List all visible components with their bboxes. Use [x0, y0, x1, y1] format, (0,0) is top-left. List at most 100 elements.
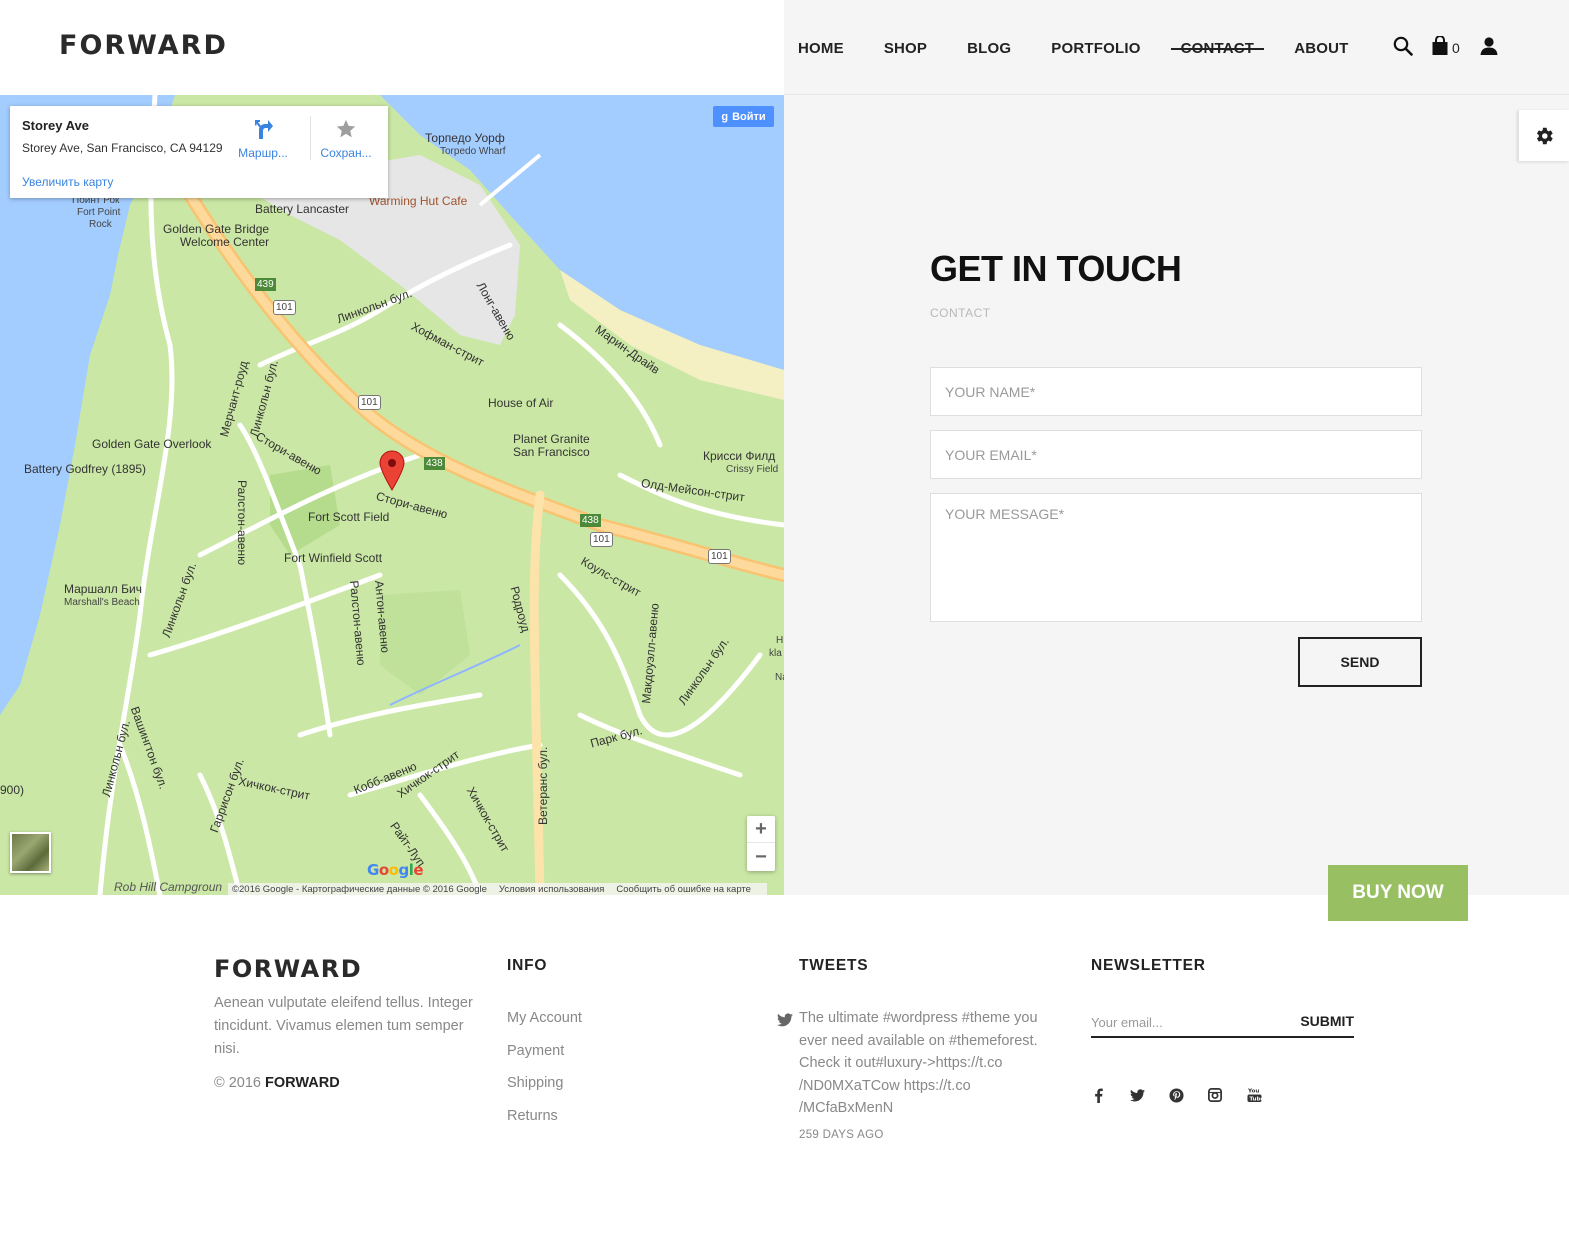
tweet-time: 259 DAYS AGO — [799, 1129, 884, 1141]
route-shield: 101 — [590, 532, 613, 547]
facebook-icon[interactable] — [1089, 1086, 1107, 1104]
map-label: San Francisco — [513, 445, 590, 459]
map-label: Crissy Field — [726, 464, 779, 475]
directions-label: Маршр... — [238, 146, 288, 160]
message-textarea[interactable] — [930, 493, 1422, 622]
save-place-label: Сохран... — [320, 146, 372, 160]
map-report-link[interactable]: Сообщить об ошибке на карте — [616, 884, 751, 895]
map-label: Welcome Center — [180, 235, 270, 249]
map-label: 900) — [0, 783, 25, 797]
save-place-button[interactable]: Сохран... — [311, 116, 381, 160]
zoom-controls: + − — [747, 816, 775, 871]
route-shield: 439 — [255, 278, 276, 291]
map-label: Rob Hill Campgroun — [114, 880, 223, 894]
pinterest-icon[interactable] — [1167, 1086, 1185, 1104]
main-nav: HOME SHOP BLOG PORTFOLIO CONTACT ABOUT — [798, 38, 1389, 58]
twitter-bird-icon — [777, 1013, 793, 1032]
twitter-icon[interactable] — [1128, 1086, 1146, 1104]
enlarge-map-link[interactable]: Увеличить карту — [22, 175, 113, 189]
google-plus-icon: g — [721, 110, 729, 123]
google-map[interactable]: Торпедо Уорф Torpedo Wharf Пойнт Рок For… — [0, 95, 784, 895]
link-payment[interactable]: Payment — [507, 1041, 582, 1074]
map-label: Golden Gate Overlook — [92, 437, 212, 451]
copyright-brand: FORWARD — [265, 1075, 340, 1091]
name-input[interactable] — [930, 367, 1422, 416]
newsletter-form: SUBMIT — [1091, 1008, 1354, 1038]
newsletter-heading: NEWSLETTER — [1091, 957, 1206, 974]
gear-icon — [1536, 127, 1553, 144]
map-label: kla — [769, 648, 782, 659]
contact-subheading: CONTACT — [930, 306, 991, 320]
footer-about-text: Aenean vulputate eleifend tellus. Intege… — [214, 995, 473, 1057]
satellite-toggle[interactable] — [10, 832, 51, 873]
signin-label: Войти — [732, 110, 766, 123]
route-shield: 101 — [358, 395, 381, 410]
info-heading: INFO — [507, 957, 548, 974]
map-label: House of Air — [488, 396, 554, 410]
route-shield: 438 — [580, 514, 601, 527]
directions-button[interactable]: Маршр... — [228, 116, 298, 160]
place-title: Storey Ave — [22, 118, 89, 133]
svg-text:Tube: Tube — [1249, 1097, 1262, 1103]
email-input[interactable] — [930, 430, 1422, 479]
copyright-prefix: © 2016 — [214, 1075, 261, 1091]
link-shipping[interactable]: Shipping — [507, 1073, 582, 1106]
search-icon[interactable] — [1393, 36, 1415, 58]
zoom-out-button[interactable]: − — [747, 844, 775, 871]
nav-contact[interactable]: CONTACT — [1170, 40, 1264, 57]
link-returns[interactable]: Returns — [507, 1106, 582, 1139]
tweet-text[interactable]: The ultimate #wordpress #theme you ever … — [799, 1007, 1054, 1120]
map-label: Маршалл Бич — [64, 582, 142, 596]
cart-count: 0 — [1452, 40, 1460, 56]
map-info-card: Storey Ave Storey Ave, San Francisco, CA… — [10, 106, 388, 198]
place-address: Storey Ave, San Francisco, CA 94129 — [22, 141, 223, 155]
map-label: Fort Winfield Scott — [284, 551, 383, 565]
route-shield: 101 — [273, 300, 296, 315]
cart-icon[interactable] — [1431, 35, 1453, 58]
map-terms-link[interactable]: Условия использования — [499, 884, 604, 895]
newsletter-submit-button[interactable]: SUBMIT — [1300, 1013, 1354, 1029]
map-copyright: ©2016 Google - Картографические данные ©… — [232, 883, 487, 895]
settings-toggle[interactable] — [1518, 110, 1569, 161]
nav-home[interactable]: HOME — [798, 40, 844, 57]
map-label: Marshall's Beach — [64, 597, 140, 608]
nav-shop[interactable]: SHOP — [884, 40, 927, 57]
map-label: Fort Scott Field — [308, 510, 390, 524]
zoom-in-button[interactable]: + — [747, 816, 775, 843]
social-links: You Tube — [1089, 1086, 1284, 1104]
nav-blog[interactable]: BLOG — [967, 40, 1011, 57]
send-button[interactable]: SEND — [1298, 637, 1422, 687]
footer-logo[interactable]: FORWARD — [214, 955, 362, 983]
map-label: Ралстон-авеню — [235, 480, 249, 566]
directions-icon — [228, 116, 298, 142]
newsletter-email-input[interactable] — [1091, 1008, 1291, 1036]
contact-heading: GET IN TOUCH — [930, 248, 1182, 289]
map-label: Battery Godfrey (1895) — [24, 462, 147, 476]
map-attribution: ©2016 Google - Картографические данные ©… — [228, 883, 767, 895]
user-icon[interactable] — [1479, 36, 1501, 58]
map-label: Крисси Филд — [703, 449, 776, 463]
footer-copyright: © 2016 FORWARD — [214, 1075, 340, 1091]
map-label: Ветеранс бул. — [536, 746, 550, 825]
svg-text:You: You — [1247, 1089, 1259, 1095]
site-logo[interactable]: FORWARD — [59, 30, 228, 61]
instagram-icon[interactable] — [1206, 1086, 1224, 1104]
map-label: Torpedo Wharf — [440, 146, 506, 157]
link-my-account[interactable]: My Account — [507, 1008, 582, 1041]
buy-now-button[interactable]: BUY NOW — [1328, 865, 1468, 921]
route-shield: 438 — [424, 457, 445, 470]
nav-portfolio[interactable]: PORTFOLIO — [1051, 40, 1140, 57]
map-label: Торпедо Уорф — [425, 131, 505, 145]
map-label: Na — [775, 672, 784, 683]
tweets-heading: TWEETS — [799, 957, 869, 974]
info-links: My Account Payment Shipping Returns — [507, 1008, 582, 1138]
star-icon — [311, 116, 381, 142]
google-logo: Google — [367, 861, 424, 879]
map-label: Battery Lancaster — [255, 202, 350, 216]
route-shield: 101 — [708, 549, 731, 564]
map-label: Н — [776, 635, 784, 646]
nav-about[interactable]: ABOUT — [1294, 40, 1348, 57]
map-signin-button[interactable]: g Войти — [713, 106, 774, 127]
map-label: Rock — [89, 219, 112, 230]
youtube-icon[interactable]: You Tube — [1245, 1086, 1263, 1104]
